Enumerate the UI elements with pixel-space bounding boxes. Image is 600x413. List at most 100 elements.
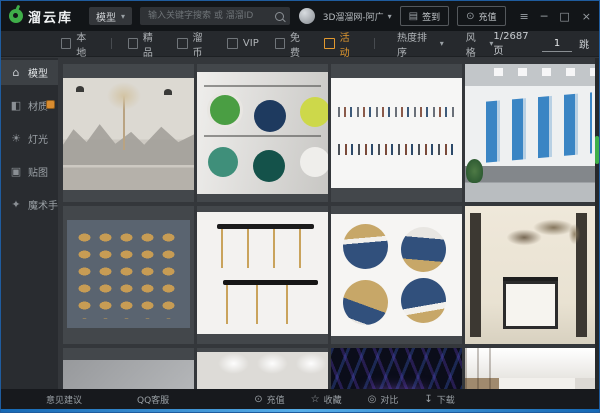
action-0[interactable]: ⊙ 充值 xyxy=(254,393,284,406)
maximize-icon[interactable]: □ xyxy=(559,11,569,22)
jump-label[interactable]: 跳 xyxy=(579,36,589,51)
scrollbar-track[interactable] xyxy=(595,58,599,389)
thumbnail-image xyxy=(331,78,462,188)
art-layer xyxy=(338,144,456,155)
art-layer xyxy=(63,114,194,166)
material-icon: ◧ xyxy=(10,99,22,112)
sidebar-item-2[interactable]: ☀灯光 xyxy=(1,126,58,151)
new-badge-icon xyxy=(46,100,55,109)
art-layer xyxy=(204,85,322,87)
action-label: 下载 xyxy=(437,393,455,406)
thumbnail-image xyxy=(465,206,596,344)
action-3[interactable]: ↧ 下载 xyxy=(424,393,454,406)
thumbnail-people-cutouts[interactable] xyxy=(331,64,462,202)
signin-button[interactable]: ▤ 签到 xyxy=(400,6,449,26)
filter-label: 溜币 xyxy=(193,29,211,59)
thumbnail-culture-wall[interactable] xyxy=(465,64,596,202)
divider xyxy=(374,38,375,49)
thumbnail-bar-table-stools[interactable] xyxy=(197,206,328,344)
download-icon: ↧ xyxy=(424,394,432,405)
sidebar-item-3[interactable]: ▣ 贴图 xyxy=(1,159,58,184)
recharge-button[interactable]: ⊙ 充值 xyxy=(457,6,505,26)
thumbnail-round-wall-art[interactable] xyxy=(331,206,462,344)
filter-checkbox-4[interactable]: 免费 xyxy=(275,29,309,59)
model-icon: ⌂ xyxy=(10,66,22,79)
thumbnail-interior-room[interactable] xyxy=(465,348,596,389)
sidebar-item-4[interactable]: ✦ 魔术手 xyxy=(1,192,58,217)
pager: 1/2687页 跳 xyxy=(493,31,589,57)
action-label: 充值 xyxy=(267,393,285,406)
page-input[interactable] xyxy=(542,36,572,52)
window-controls: ≡ ─ □ × xyxy=(520,11,591,22)
close-icon[interactable]: × xyxy=(582,11,591,22)
window-bottom-edge xyxy=(1,409,599,412)
filter-checkbox-1[interactable]: 精品 xyxy=(128,29,162,59)
style-dropdown[interactable]: 风格 ▾ xyxy=(466,29,494,59)
thumbnail-console-table[interactable] xyxy=(465,206,596,344)
art-layer xyxy=(226,280,315,324)
art-layer xyxy=(207,352,328,389)
thumbnail-image xyxy=(197,72,328,194)
action-2[interactable]: ◎对比 xyxy=(368,393,399,406)
filter-bar: 本地 精品 溜币 VIP 免费 活动 热度排序 ▾ 风格 ▾ 1/2687页 跳 xyxy=(1,31,599,57)
filter-checkbox-3[interactable]: VIP xyxy=(227,38,259,49)
thumbnail-shop-signs[interactable] xyxy=(197,64,328,202)
filter-checkbox-5[interactable]: 活动 xyxy=(324,29,358,59)
filter-label: 精品 xyxy=(143,29,161,59)
search-box[interactable] xyxy=(140,7,290,25)
art-layer xyxy=(503,281,558,329)
filter-checkbox-2[interactable]: 溜币 xyxy=(177,29,211,59)
action-label: 对比 xyxy=(380,393,398,406)
style-label: 风格 xyxy=(466,29,485,59)
feedback-link[interactable]: 意见建议 xyxy=(46,393,82,406)
filter-label: 本地 xyxy=(76,29,94,59)
thumbnail-image xyxy=(63,360,194,389)
filter-label: 免费 xyxy=(290,29,308,59)
recharge-label: 充值 xyxy=(479,10,497,23)
magic-hand-icon: ✦ xyxy=(10,198,22,211)
recharge-icon: ⊙ xyxy=(254,394,262,405)
category-dropdown-label: 模型 xyxy=(96,9,116,24)
filter-label: 活动 xyxy=(340,29,358,59)
avatar[interactable] xyxy=(299,8,315,24)
thumbnail-image xyxy=(63,78,194,190)
thumbnail-zen-landscape[interactable] xyxy=(63,64,194,202)
sort-dropdown[interactable]: 热度排序 ▾ xyxy=(397,29,444,59)
chevron-down-icon: ▾ xyxy=(440,39,444,48)
action-1[interactable]: ☆收藏 xyxy=(311,393,342,406)
app-window: 溜云库 模型 ▾ 3D溜溜网-阿广 ▾ ▤ 签到 ⊙ 充值 ≡ xyxy=(0,0,600,413)
thumbnail-grid xyxy=(58,58,599,389)
sidebar-item-0[interactable]: ⌂模型 xyxy=(1,60,58,85)
qq-service-link[interactable]: QQ客服 xyxy=(137,393,169,406)
signin-label: 签到 xyxy=(422,10,440,23)
art-layer xyxy=(76,86,84,92)
search-icon[interactable] xyxy=(275,12,284,21)
sort-label: 热度排序 xyxy=(397,29,435,59)
username[interactable]: 3D溜溜网-阿广 ▾ xyxy=(323,10,392,23)
app-logo: 溜云库 xyxy=(9,7,73,26)
logo-drop-icon xyxy=(9,9,23,23)
thumbnail-gold-ornaments[interactable] xyxy=(63,206,194,344)
checkbox-icon xyxy=(275,38,285,49)
art-layer xyxy=(343,224,388,269)
art-layer xyxy=(74,229,182,320)
category-dropdown[interactable]: 模型 ▾ xyxy=(89,7,132,25)
scrollbar-thumb[interactable] xyxy=(595,136,599,164)
menu-icon[interactable]: ≡ xyxy=(520,11,529,22)
status-left: 意见建议 QQ客服 xyxy=(46,393,169,406)
thumbnail-image xyxy=(465,348,596,389)
filter-checkbox-0[interactable]: 本地 xyxy=(61,29,95,59)
sidebar-item-label: 魔术手 xyxy=(28,197,58,212)
sidebar-item-label: 贴图 xyxy=(28,164,48,179)
thumbnail-image xyxy=(331,348,462,389)
thumbnail-metal-discs[interactable] xyxy=(63,348,194,389)
search-input[interactable] xyxy=(146,10,271,22)
sidebar-item-1[interactable]: ◧材质 xyxy=(1,93,58,118)
thumbnail-stage-lighting[interactable] xyxy=(331,348,462,389)
art-layer xyxy=(221,224,310,268)
texture-icon: ▣ xyxy=(10,165,22,178)
art-layer xyxy=(466,159,483,183)
titlebar: 溜云库 模型 ▾ 3D溜溜网-阿广 ▾ ▤ 签到 ⊙ 充值 ≡ xyxy=(1,1,599,31)
thumbnail-reception-wall[interactable] xyxy=(197,348,328,389)
minimize-icon[interactable]: ─ xyxy=(541,11,548,22)
